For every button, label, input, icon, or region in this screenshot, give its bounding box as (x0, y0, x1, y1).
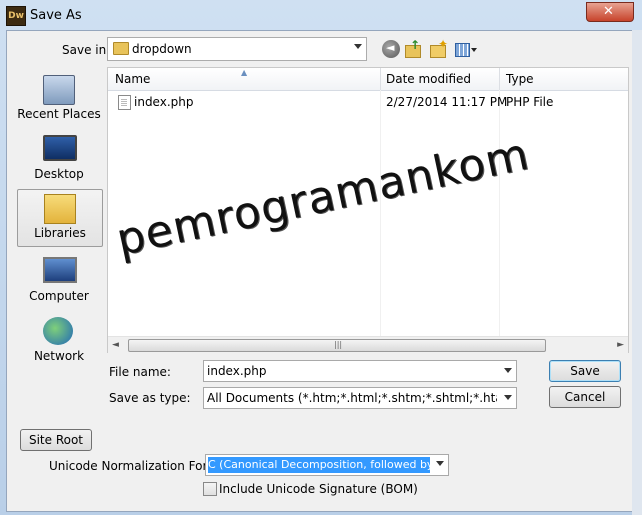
view-menu-icon (455, 43, 470, 57)
chevron-down-icon (436, 461, 444, 466)
scrollbar-thumb[interactable]: ||| (128, 339, 546, 352)
file-name-cell: index.php (134, 95, 194, 109)
dialog-body: Save in: dropdown ◄ ↑ ✦ Recent Places De… (6, 30, 634, 512)
column-header-name[interactable]: Name (115, 72, 150, 86)
back-arrow-icon: ◄ (386, 41, 395, 54)
close-icon: ✕ (603, 4, 614, 19)
scroll-right-icon[interactable]: ► (617, 340, 624, 350)
place-label: Recent Places (17, 107, 101, 121)
computer-icon (43, 257, 77, 283)
places-bar: Recent Places Desktop Libraries Computer… (13, 67, 103, 363)
column-rule (380, 90, 381, 336)
column-header-date-modified[interactable]: Date modified (386, 72, 471, 86)
site-root-button[interactable]: Site Root (20, 429, 92, 451)
file-name-label: File name: (109, 365, 171, 379)
chevron-down-icon (354, 44, 362, 49)
place-label: Libraries (34, 226, 86, 240)
unicode-normalization-dropdown[interactable]: C (Canonical Decomposition, followed by … (205, 454, 449, 476)
desktop-icon (43, 135, 77, 161)
sparkle-icon: ✦ (438, 37, 449, 51)
place-recent-places[interactable]: Recent Places (17, 71, 101, 127)
place-libraries[interactable]: Libraries (17, 189, 103, 247)
libraries-icon (44, 194, 76, 224)
column-divider[interactable] (380, 68, 381, 90)
title-bar[interactable]: Dw Save As ✕ (0, 0, 642, 30)
dropdown-arrow-icon (471, 48, 477, 52)
place-label: Network (33, 349, 85, 363)
view-menu-button[interactable] (454, 40, 478, 58)
file-name-value: index.php (207, 364, 267, 378)
unicode-normalization-value: C (Canonical Decomposition, followed by … (208, 457, 430, 473)
scroll-left-icon[interactable]: ◄ (112, 340, 119, 350)
file-date-cell: 2/27/2014 11:17 PM (386, 95, 508, 109)
file-row[interactable]: index.php 2/27/2014 11:17 PM PHP File (108, 92, 628, 112)
place-network[interactable]: Network (17, 313, 101, 369)
save-button[interactable]: Save (549, 360, 621, 382)
save-in-value: dropdown (132, 42, 192, 56)
save-as-type-label: Save as type: (109, 391, 191, 405)
save-as-type-dropdown[interactable]: All Documents (*.htm;*.html;*.shtm;*.sht… (203, 387, 517, 409)
network-icon (43, 317, 73, 345)
place-label: Desktop (34, 167, 84, 181)
place-desktop[interactable]: Desktop (17, 131, 101, 187)
up-one-level-button[interactable]: ↑ (404, 38, 422, 58)
close-button[interactable]: ✕ (586, 2, 634, 22)
save-in-label: Save in: (62, 43, 111, 57)
file-name-field[interactable]: index.php (203, 360, 517, 382)
save-as-type-value: All Documents (*.htm;*.html;*.shtm;*.sht… (207, 391, 497, 405)
file-list[interactable]: ▲ Name Date modified Type index.php 2/27… (107, 67, 629, 353)
recent-places-icon (43, 75, 75, 105)
folder-icon (113, 42, 129, 55)
up-arrow-icon: ↑ (410, 38, 421, 52)
background-strip (632, 30, 642, 515)
file-type-cell: PHP File (506, 95, 554, 109)
sort-ascending-icon: ▲ (241, 68, 248, 77)
include-bom-checkbox[interactable] (203, 482, 217, 496)
cancel-button[interactable]: Cancel (549, 386, 621, 408)
horizontal-scrollbar[interactable]: ◄ ||| ► (108, 336, 628, 353)
include-bom-label[interactable]: Include Unicode Signature (BOM) (219, 482, 418, 496)
place-label: Computer (29, 289, 89, 303)
watermark-text: pemrogramankom (112, 128, 534, 266)
new-folder-button[interactable]: ✦ (429, 37, 449, 58)
place-computer[interactable]: Computer (17, 253, 101, 309)
save-in-dropdown[interactable]: dropdown (107, 37, 367, 61)
window-title: Save As (30, 8, 82, 23)
file-list-header: ▲ Name Date modified Type (108, 68, 628, 91)
column-divider[interactable] (499, 68, 500, 90)
chevron-down-icon (504, 395, 512, 400)
column-rule (499, 90, 500, 336)
column-header-type[interactable]: Type (506, 72, 534, 86)
unicode-normalization-label: Unicode Normalization Form: (49, 459, 223, 473)
grip-icon: ||| (334, 340, 343, 349)
php-file-icon (118, 95, 131, 110)
save-as-dialog: Dw Save As ✕ Save in: dropdown ◄ ↑ ✦ Rec… (0, 0, 642, 515)
back-button[interactable]: ◄ (382, 40, 400, 58)
dreamweaver-app-icon: Dw (6, 6, 26, 26)
chevron-down-icon[interactable] (504, 368, 512, 373)
